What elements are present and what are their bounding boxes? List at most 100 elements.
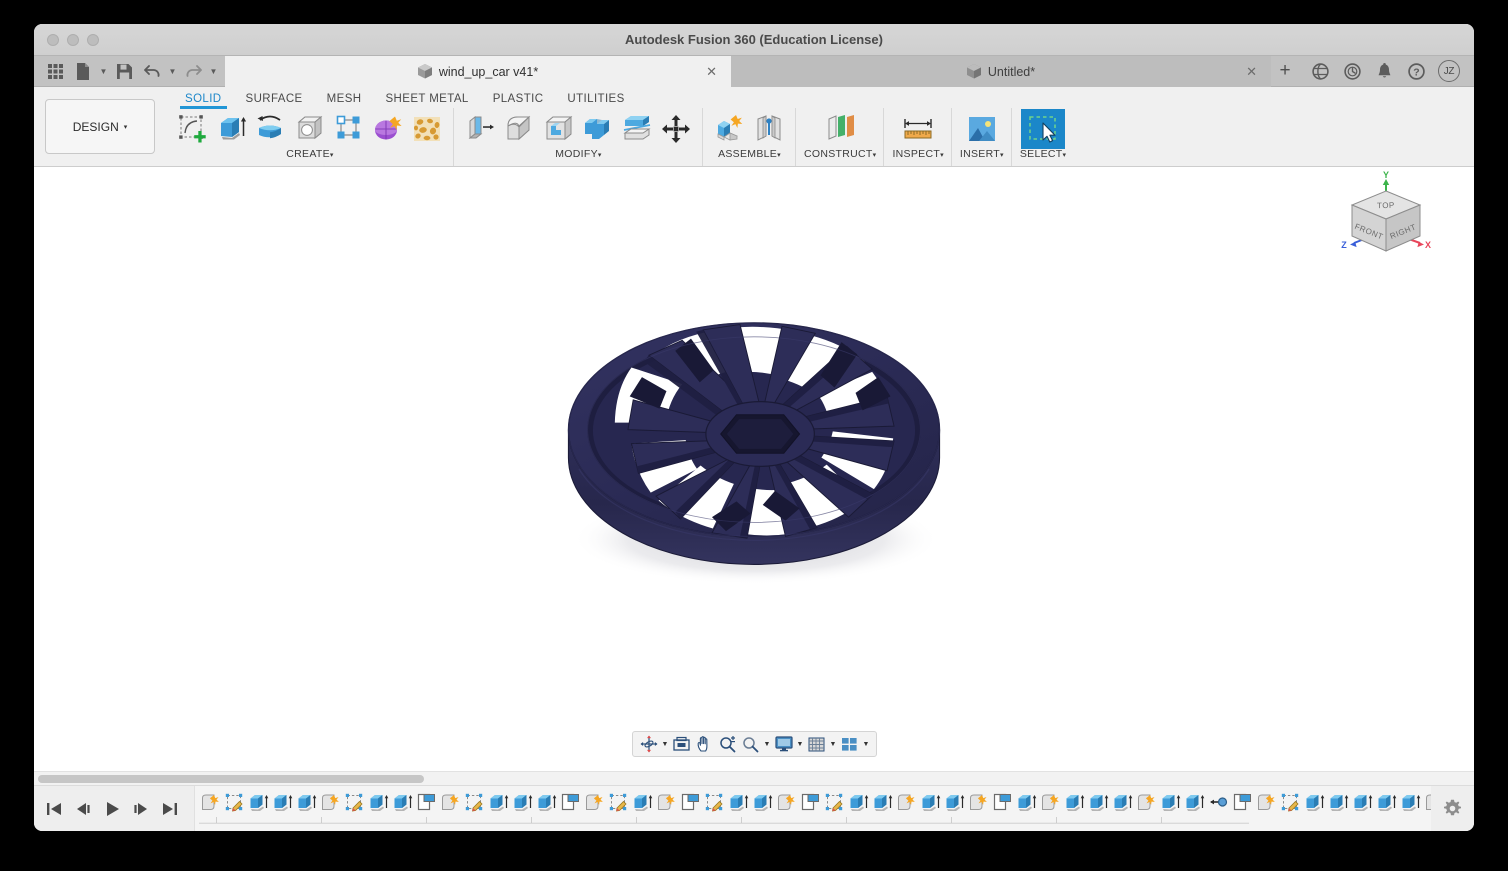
- ribbon-tab-mesh[interactable]: MESH: [315, 93, 374, 108]
- go-to-end-icon[interactable]: [160, 798, 180, 820]
- panel-modify-label[interactable]: MODIFY▾: [555, 148, 601, 163]
- panel-create-label[interactable]: CREATE▾: [286, 148, 333, 163]
- timeline-feature-extrude[interactable]: [535, 789, 559, 817]
- timeline-feature-extrude[interactable]: [295, 789, 319, 817]
- timeline-track[interactable]: [194, 785, 1432, 831]
- timeline-feature-fillet[interactable]: [559, 789, 583, 817]
- move-copy-icon[interactable]: [657, 110, 695, 148]
- timeline-feature-extrude[interactable]: [367, 789, 391, 817]
- timeline-feature-extrude[interactable]: [847, 789, 871, 817]
- new-tab-button[interactable]: +: [1271, 56, 1299, 86]
- display-settings-icon[interactable]: [773, 733, 795, 755]
- close-window-button[interactable]: [47, 33, 59, 46]
- select-icon[interactable]: [1021, 109, 1066, 149]
- go-to-beginning-icon[interactable]: [44, 798, 64, 820]
- create-form-icon[interactable]: [369, 110, 407, 148]
- step-back-icon[interactable]: [73, 798, 93, 820]
- redo-dropdown-caret-icon[interactable]: ▼: [208, 58, 219, 84]
- wheel-rim-model[interactable]: [34, 167, 1474, 771]
- timeline-feature-extrude[interactable]: [1159, 789, 1183, 817]
- undo-dropdown-caret-icon[interactable]: ▼: [167, 58, 178, 84]
- insert-image-icon[interactable]: [961, 110, 1003, 148]
- timeline-feature-extrude[interactable]: [919, 789, 943, 817]
- redo-icon[interactable]: [180, 58, 206, 84]
- bell-icon[interactable]: [1369, 56, 1399, 87]
- timeline-feature-extrude[interactable]: [247, 789, 271, 817]
- timeline-feature-extrude[interactable]: [751, 789, 775, 817]
- timeline-feature-sketch-edit[interactable]: [1279, 789, 1303, 817]
- timeline-feature-sketch-edit[interactable]: [703, 789, 727, 817]
- close-tab-icon[interactable]: ✕: [706, 64, 717, 80]
- timeline-feature-sketch-edit[interactable]: [607, 789, 631, 817]
- orbit-icon[interactable]: [638, 733, 660, 755]
- minimize-window-button[interactable]: [67, 33, 79, 46]
- timeline-feature-extrude[interactable]: [1183, 789, 1207, 817]
- panel-construct-label[interactable]: CONSTRUCT▾: [804, 148, 876, 163]
- timeline-feature-sketch[interactable]: [583, 789, 607, 817]
- timeline-feature-fillet[interactable]: [679, 789, 703, 817]
- timeline-feature-sketch[interactable]: [895, 789, 919, 817]
- timeline-scrollbar[interactable]: [34, 771, 1474, 785]
- save-icon[interactable]: [111, 58, 137, 84]
- timeline-feature-extrude[interactable]: [1375, 789, 1399, 817]
- timeline-feature-extrude[interactable]: [1327, 789, 1351, 817]
- timeline-feature-sketch[interactable]: [655, 789, 679, 817]
- document-tab-active[interactable]: wind_up_car v41* ✕: [225, 56, 731, 87]
- split-body-icon[interactable]: [618, 110, 656, 148]
- ribbon-tab-utilities[interactable]: UTILITIES: [555, 93, 636, 108]
- timeline-feature-sketch[interactable]: [1255, 789, 1279, 817]
- timeline-feature-extrude[interactable]: [1015, 789, 1039, 817]
- timeline-feature-extrude[interactable]: [943, 789, 967, 817]
- step-forward-icon[interactable]: [131, 798, 151, 820]
- timeline-feature-extrude[interactable]: [631, 789, 655, 817]
- clock-icon[interactable]: [1337, 56, 1367, 87]
- offset-plane-icon[interactable]: [819, 110, 861, 148]
- timeline-feature-extrude[interactable]: [1303, 789, 1327, 817]
- timeline-feature-fillet[interactable]: [799, 789, 823, 817]
- undo-icon[interactable]: [139, 58, 165, 84]
- ribbon-tab-solid[interactable]: SOLID: [173, 93, 234, 109]
- pattern-icon[interactable]: [330, 110, 368, 148]
- timeline-feature-extrude[interactable]: [1399, 789, 1423, 817]
- pan-icon[interactable]: [694, 733, 716, 755]
- close-tab-icon[interactable]: ✕: [1246, 64, 1257, 80]
- timeline-feature-fillet[interactable]: [1231, 789, 1255, 817]
- viewports-dropdown-caret-icon[interactable]: ▼: [862, 733, 871, 755]
- maximize-window-button[interactable]: [87, 33, 99, 46]
- timeline-feature-extrude[interactable]: [511, 789, 535, 817]
- timeline-feature-extrude[interactable]: [1063, 789, 1087, 817]
- timeline-feature-extrude[interactable]: [871, 789, 895, 817]
- zoom-dropdown-caret-icon[interactable]: ▼: [763, 733, 772, 755]
- viewports-icon[interactable]: [839, 733, 861, 755]
- timeline-feature-sketch[interactable]: [967, 789, 991, 817]
- panel-inspect-label[interactable]: INSPECT▾: [892, 148, 943, 163]
- look-at-icon[interactable]: [671, 733, 693, 755]
- orbit-dropdown-caret-icon[interactable]: ▼: [661, 733, 670, 755]
- timeline-feature-sketch-edit[interactable]: [463, 789, 487, 817]
- timeline-settings-icon[interactable]: [1431, 799, 1474, 818]
- new-component-icon[interactable]: [711, 110, 749, 148]
- timeline-feature-extrude[interactable]: [271, 789, 295, 817]
- measure-icon[interactable]: [897, 110, 939, 148]
- timeline-feature-extrude[interactable]: [487, 789, 511, 817]
- timeline-feature-sketch-edit[interactable]: [343, 789, 367, 817]
- revolve-icon[interactable]: [252, 110, 290, 148]
- timeline-feature-extrude[interactable]: [1351, 789, 1375, 817]
- file-icon[interactable]: [70, 58, 96, 84]
- grid-dropdown-caret-icon[interactable]: ▼: [829, 733, 838, 755]
- panel-select-label[interactable]: SELECT▾: [1020, 148, 1066, 163]
- timeline-feature-sketch-edit[interactable]: [223, 789, 247, 817]
- workspace-selector-button[interactable]: DESIGN ▾: [45, 99, 155, 154]
- timeline-feature-sketch[interactable]: [319, 789, 343, 817]
- panel-assemble-label[interactable]: ASSEMBLE▾: [718, 148, 781, 163]
- file-dropdown-caret-icon[interactable]: ▼: [98, 58, 109, 84]
- ribbon-tab-plastic[interactable]: PLASTIC: [481, 93, 556, 108]
- shell-icon[interactable]: [540, 110, 578, 148]
- help-icon[interactable]: ?: [1401, 56, 1431, 87]
- zoom-window-icon[interactable]: [740, 733, 762, 755]
- timeline-feature-fillet[interactable]: [415, 789, 439, 817]
- display-dropdown-caret-icon[interactable]: ▼: [796, 733, 805, 755]
- panel-insert-label[interactable]: INSERT▾: [960, 148, 1004, 163]
- timeline-feature-fillet[interactable]: [991, 789, 1015, 817]
- timeline-feature-sketch[interactable]: [1039, 789, 1063, 817]
